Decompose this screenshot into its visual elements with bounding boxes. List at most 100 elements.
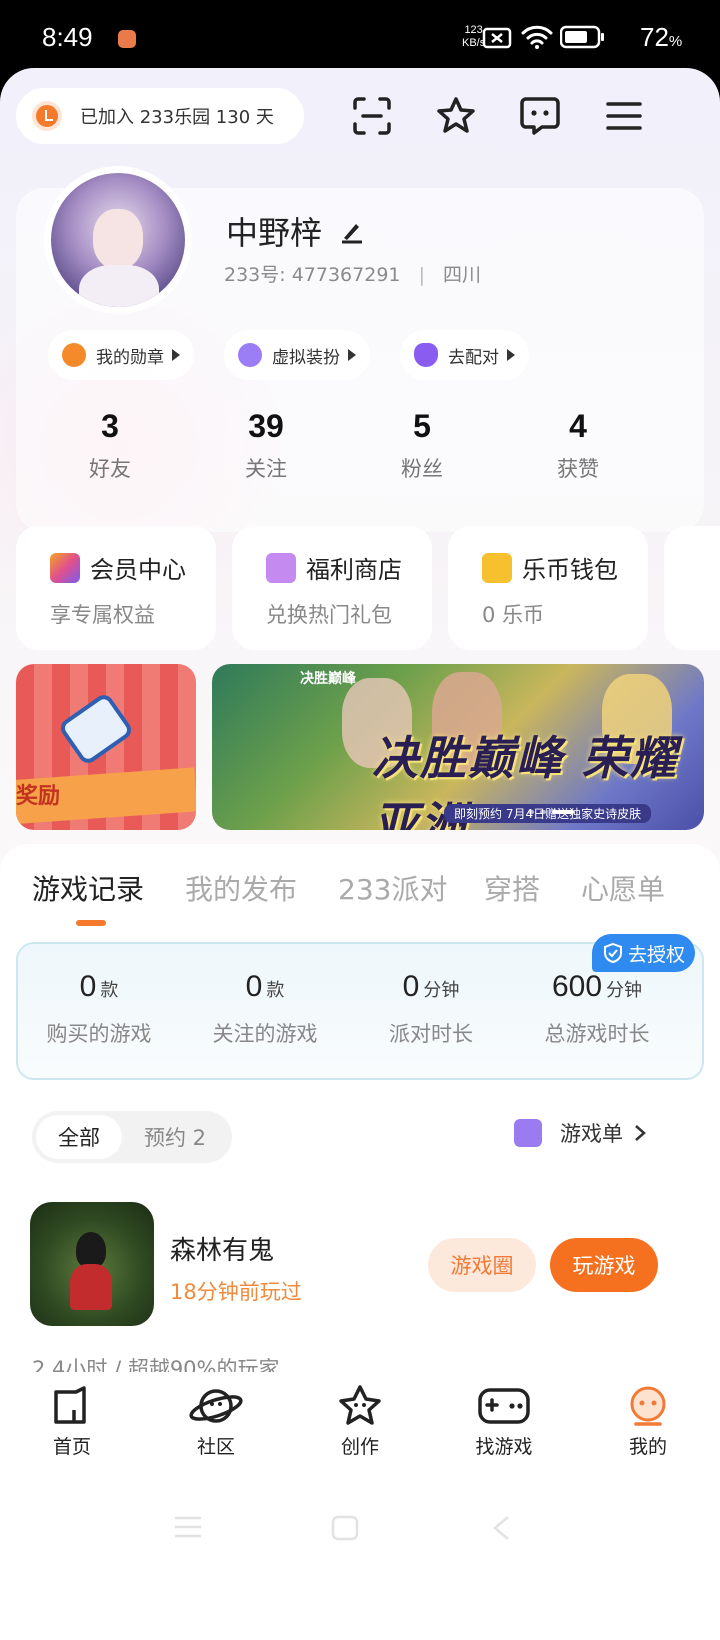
heart-pair-icon	[414, 343, 438, 367]
user-name: 中野梓	[226, 208, 364, 254]
game-icon[interactable]	[30, 1202, 154, 1326]
service-subtitle: 兑换热门礼包	[266, 603, 392, 627]
filter-all[interactable]: 全部	[36, 1115, 122, 1159]
notification-icon	[118, 30, 136, 48]
home-square-icon[interactable]	[330, 1514, 360, 1542]
stat-label: 关注	[245, 457, 287, 481]
service-welfare-shop[interactable]: 福利商店 兑换热门礼包	[232, 526, 432, 650]
tab-my-posts[interactable]: 我的发布	[185, 868, 297, 908]
back-icon[interactable]	[490, 1514, 512, 1542]
user-avatar[interactable]	[44, 166, 192, 314]
stat-friends[interactable]: 3 好友	[30, 408, 190, 483]
record-total-time[interactable]: 600 分钟 总游戏时长	[512, 970, 682, 1048]
game-icon-hair	[76, 1232, 106, 1268]
avatar-image	[51, 173, 185, 307]
vip-crown-icon	[50, 552, 80, 583]
stat-label: 好友	[89, 457, 131, 481]
alarm-clock-icon	[32, 101, 62, 131]
banner-reward[interactable]: 奖励	[16, 664, 196, 830]
record-label: 派对时长	[389, 1022, 473, 1046]
game-name[interactable]: 森林有鬼	[170, 1230, 274, 1267]
tab-game-records[interactable]: 游戏记录	[32, 868, 144, 908]
record-label: 总游戏时长	[544, 1022, 650, 1046]
tab-233-party[interactable]: 233派对	[338, 868, 447, 908]
stat-value: 5	[413, 408, 431, 444]
user-name-text: 中野梓	[226, 214, 323, 252]
battery-unit: %	[668, 33, 683, 50]
authorize-badge[interactable]: 去授权	[592, 934, 696, 972]
status-time: 8:49	[42, 22, 93, 52]
stat-fans[interactable]: 5 粉丝	[342, 408, 502, 483]
record-purchased[interactable]: 0 款购买的游戏	[14, 970, 184, 1048]
game-circle-button[interactable]: 游戏圈	[428, 1238, 536, 1292]
service-vip-center[interactable]: 会员中心 享专属权益	[16, 526, 216, 650]
chip-label: 虚拟装扮	[272, 347, 340, 368]
record-unit: 分钟	[423, 980, 460, 1001]
service-wallet[interactable]: 乐币钱包 0 乐币	[448, 526, 648, 650]
service-subtitle: 0 乐币	[482, 603, 545, 627]
planet-icon	[189, 1389, 243, 1423]
nav-label: 社区	[196, 1436, 235, 1458]
tab-outfit[interactable]: 穿搭	[484, 868, 540, 908]
nav-create[interactable]: 创作	[288, 1372, 432, 1472]
chip-virtual-costume[interactable]: 虚拟装扮	[224, 330, 370, 380]
record-unit: 款	[100, 980, 119, 1001]
scan-icon[interactable]	[350, 94, 394, 138]
record-party-time[interactable]: 0 分钟派对时长	[346, 970, 516, 1048]
shield-check-icon	[604, 942, 622, 964]
service-title: 福利商店	[306, 556, 402, 584]
menu-icon[interactable]	[602, 94, 646, 138]
play-arrow-icon	[507, 349, 515, 361]
record-label: 关注的游戏	[212, 1022, 318, 1046]
tab-wishlist[interactable]: 心愿单	[581, 868, 665, 908]
banner-reward-text: 奖励	[16, 784, 61, 809]
stat-following[interactable]: 39 关注	[186, 408, 346, 483]
record-unit: 分钟	[606, 980, 643, 1001]
service-next-partial[interactable]	[664, 526, 720, 650]
message-icon[interactable]	[518, 94, 562, 138]
stat-likes[interactable]: 4 获赞	[498, 408, 658, 483]
star-badge-icon[interactable]	[434, 94, 478, 138]
nav-community[interactable]: 社区	[144, 1372, 288, 1472]
avatar-dress	[79, 265, 159, 307]
nav-label: 首页	[52, 1436, 91, 1458]
record-value: 0	[245, 970, 263, 1003]
edit-pencil-icon[interactable]	[338, 218, 364, 244]
record-label: 购买的游戏	[46, 1022, 152, 1046]
record-value: 0	[402, 970, 420, 1003]
join-days-pill[interactable]: 已加入 233乐园 130 天	[16, 88, 304, 144]
record-followed[interactable]: 0 款关注的游戏	[180, 970, 350, 1048]
chip-my-medals[interactable]: 我的勋章	[48, 330, 194, 380]
nav-find-games[interactable]: 找游戏	[432, 1372, 576, 1472]
filter-segment: 全部 预约 2	[32, 1111, 232, 1163]
play-game-button[interactable]: 玩游戏	[550, 1238, 658, 1292]
avatar-face	[93, 209, 143, 269]
recent-apps-icon[interactable]	[172, 1514, 204, 1540]
play-arrow-icon	[172, 349, 180, 361]
battery-level: 72%	[640, 22, 682, 53]
profile-face-icon	[630, 1386, 666, 1426]
chip-go-pair[interactable]: 去配对	[400, 330, 529, 380]
game-icon-dress	[70, 1264, 112, 1310]
stat-value: 3	[101, 408, 119, 444]
game-play-summary: 2.4小时 / 超越90%的玩家	[32, 1357, 280, 1374]
service-title: 会员中心	[90, 556, 186, 584]
filter-reserve[interactable]: 预约 2	[144, 1122, 206, 1152]
user-id: 233号: 477367291	[224, 264, 401, 286]
banner-game-promo[interactable]: 决胜巅峰 决胜巅峰 荣耀亚洲 即刻预约 7月4日赠送独家史诗皮肤	[212, 664, 704, 830]
chevron-right-icon	[635, 1125, 646, 1141]
eraser-icon	[57, 691, 135, 767]
game-list-link[interactable]: 游戏单	[514, 1118, 649, 1148]
game-last-played: 18分钟前玩过	[170, 1280, 302, 1304]
nav-mine[interactable]: 我的	[576, 1372, 720, 1472]
chip-label: 我的勋章	[96, 347, 164, 368]
service-title: 乐币钱包	[522, 556, 618, 584]
record-value: 0	[79, 970, 97, 1003]
stat-value: 4	[569, 408, 587, 444]
play-arrow-icon	[348, 349, 356, 361]
stat-label: 获赞	[557, 457, 599, 481]
id-separator: |	[418, 264, 425, 286]
stat-label: 粉丝	[401, 457, 443, 481]
stat-value: 39	[248, 408, 284, 444]
nav-home[interactable]: 首页	[0, 1372, 144, 1472]
